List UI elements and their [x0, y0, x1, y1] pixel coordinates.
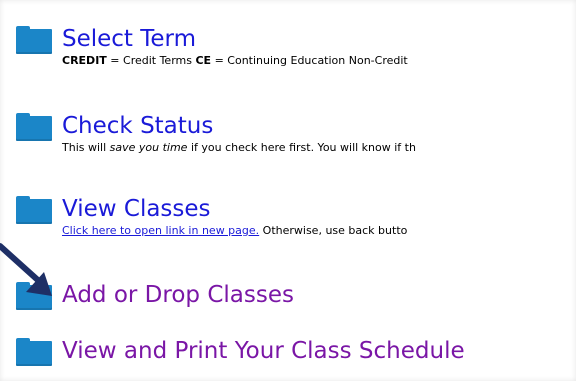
- view-classes-link[interactable]: View Classes: [62, 196, 211, 222]
- menu-panel: Select Term CREDIT = Credit Terms CE = C…: [0, 0, 576, 381]
- ce-text: = Continuing Education Non-Credit: [211, 54, 408, 67]
- credit-text: = Credit Terms: [106, 54, 196, 67]
- folder-icon: [16, 338, 52, 366]
- check-status-description: This will save you time if you check her…: [62, 141, 416, 154]
- open-new-page-link[interactable]: Click here to open link in new page.: [62, 224, 259, 237]
- add-drop-classes-link[interactable]: Add or Drop Classes: [62, 282, 294, 308]
- select-term-link[interactable]: Select Term: [62, 26, 196, 52]
- ce-label: CE: [195, 54, 212, 67]
- pointer-arrow-icon: [0, 243, 52, 296]
- view-print-schedule-link[interactable]: View and Print Your Class Schedule: [62, 338, 465, 364]
- check-status-link[interactable]: Check Status: [62, 113, 213, 139]
- emphasis-text: save you time: [109, 141, 188, 154]
- select-term-description: CREDIT = Credit Terms CE = Continuing Ed…: [62, 54, 408, 67]
- view-classes-description: Click here to open link in new page. Oth…: [62, 224, 408, 237]
